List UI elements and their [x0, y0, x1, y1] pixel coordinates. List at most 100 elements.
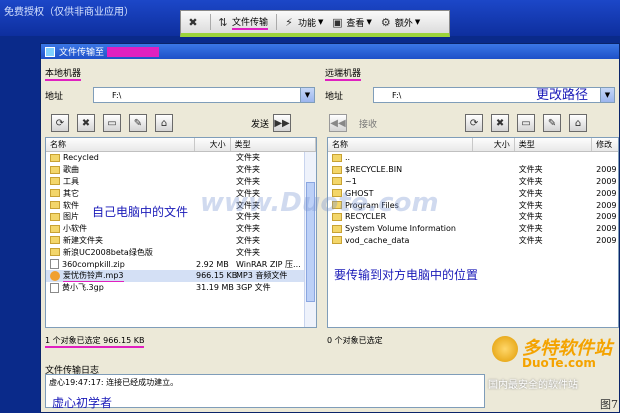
column-header-type[interactable]: 类型 [231, 138, 316, 151]
column-header-size[interactable]: 大小 [195, 138, 231, 151]
remote-status: 0 个对象已选定 [327, 336, 383, 345]
cell-name: .. [328, 153, 473, 162]
folder-icon [50, 153, 60, 162]
local-address-value: F:\ [112, 90, 122, 100]
cell-type: 文件夹 [236, 224, 260, 234]
column-header-name[interactable]: 名称 [46, 138, 195, 151]
close-toolbar-button[interactable]: ✖ [187, 16, 202, 29]
file-name: 图片 [63, 212, 79, 222]
local-address-input[interactable]: F:\ ▼ [93, 87, 315, 103]
table-row[interactable]: ~1 文件夹 2009 [328, 176, 618, 188]
file-transfer-button[interactable]: ⇅ 文件传输 [217, 15, 269, 30]
duote-logo: 多特软件站 DuoTe.com 国内最安全的软件站 [486, 330, 620, 394]
cell-name: vod_cache_data [328, 236, 473, 245]
log-entry: 虚心19:47:17: 连接已经成功建立。 [49, 378, 179, 387]
folder-icon [50, 177, 60, 186]
cell-name: 新建文件夹 [46, 235, 196, 246]
folder-icon [50, 236, 60, 245]
column-header-type[interactable]: 类型 [515, 138, 593, 151]
local-refresh-button[interactable]: ⟳ [51, 114, 69, 132]
column-header-name[interactable]: 名称 [328, 138, 473, 151]
cell-type: 文件夹 [518, 235, 543, 245]
file-name: vod_cache_data [345, 235, 410, 245]
remote-address-label: 地址 [325, 91, 344, 102]
watermark: www.Duote.com [200, 188, 439, 218]
local-home-button[interactable]: ⌂ [155, 114, 173, 132]
file-name: 歌曲 [63, 165, 79, 175]
local-status: 1 个对象已选定 966.15 KB [45, 335, 145, 348]
file-icon [50, 282, 59, 293]
receive-button[interactable]: ◀◀ [329, 114, 347, 132]
table-row[interactable]: Recycled 文件夹 [46, 152, 316, 164]
annotation-change-path: 更改路径 [536, 88, 589, 103]
cell-modified: 2009 [596, 224, 617, 234]
table-row[interactable]: 爱忧伤铃声.mp3 966.15 KB MP3 音频文件 [46, 269, 316, 282]
table-row[interactable]: .. [328, 152, 618, 164]
column-header-size[interactable]: 大小 [473, 138, 515, 151]
send-label: 发送 [251, 119, 270, 130]
file-transfer-label: 文件传输 [232, 15, 269, 30]
folder-icon [50, 201, 60, 210]
window-title-bar[interactable]: 文件传输至 [41, 44, 619, 59]
file-name: 新浪UC2008beta绿色版 [63, 247, 153, 257]
table-row[interactable]: 新浪UC2008beta绿色版 文件夹 [46, 246, 316, 258]
cell-name: 其它 [46, 188, 196, 199]
column-header-modified[interactable]: 修改 [592, 138, 618, 151]
window-title: 文件传输至 [59, 48, 105, 58]
cell-name: ~1 [328, 177, 473, 186]
cell-type: 文件夹 [518, 165, 543, 175]
file-name: 其它 [63, 188, 79, 198]
table-row[interactable]: System Volume Information 文件夹 2009 [328, 223, 618, 235]
local-delete-button[interactable]: ✖ [77, 114, 95, 132]
table-row[interactable]: 新建文件夹 文件夹 [46, 235, 316, 247]
functions-label: 功能 [298, 18, 317, 29]
local-rename-button[interactable]: ✎ [129, 114, 147, 132]
cell-name: 工具 [46, 176, 196, 187]
remote-new-folder-button[interactable]: ▭ [517, 114, 536, 132]
file-name: System Volume Information [345, 224, 456, 234]
table-row[interactable]: 歌曲 文件夹 [46, 164, 316, 176]
table-row[interactable]: 小软件 文件夹 [46, 223, 316, 235]
cell-size: 966.15 KB [196, 271, 238, 281]
local-new-folder-button[interactable]: ▭ [103, 114, 121, 132]
redacted-host-mark [107, 46, 160, 57]
local-address-dropdown[interactable]: ▼ [300, 88, 314, 102]
local-list-header: 名称 大小 类型 [46, 138, 316, 152]
cell-name: System Volume Information [328, 224, 473, 233]
remote-delete-button[interactable]: ✖ [491, 114, 510, 132]
view-label: 查看 [346, 18, 365, 29]
cell-type: 文件夹 [518, 188, 543, 198]
remote-button-row: ◀◀ 接收 ⟳ ✖ ▭ ✎ ⌂ [329, 114, 595, 132]
cell-name: 新浪UC2008beta绿色版 [46, 247, 196, 258]
functions-menu-button[interactable]: ⚡ 功能 ▼ [283, 16, 323, 29]
remote-home-button[interactable]: ⌂ [569, 114, 588, 132]
extra-menu-button[interactable]: ⚙ 额外 ▼ [380, 16, 420, 29]
table-row[interactable]: vod_cache_data 文件夹 2009 [328, 235, 618, 247]
local-file-list: 名称 大小 类型 Recycled 文件夹 歌曲 文件夹 工具 文件夹 其它 文件夹 软件 文件夹… [45, 137, 317, 328]
cell-name: Recycled [46, 153, 196, 162]
logo-slogan: 国内最安全的软件站 [488, 380, 578, 391]
audio-file-icon [50, 270, 60, 281]
chevron-down-icon: ▼ [318, 18, 324, 26]
file-name: 新建文件夹 [63, 235, 103, 245]
remote-address-dropdown[interactable]: ▼ [600, 88, 614, 102]
chevron-down-icon: ▼ [414, 18, 421, 26]
folder-icon [332, 224, 342, 233]
view-menu-button[interactable]: ▣ 查看 ▼ [331, 16, 372, 29]
file-name: Recycled [63, 153, 99, 163]
cell-type: 文件夹 [236, 176, 260, 186]
gear-icon: ⚙ [380, 15, 391, 29]
table-row[interactable]: 工具 文件夹 [46, 176, 316, 188]
remote-refresh-button[interactable]: ⟳ [465, 114, 484, 132]
table-row[interactable]: 黄小飞.3gp 31.19 MB 3GP 文件 [46, 282, 316, 294]
table-row[interactable]: 360compkill.zip 2.92 MB WinRAR ZIP 压... [46, 258, 316, 270]
cell-size: 2.92 MB [196, 259, 229, 269]
send-button[interactable]: ▶▶ [273, 114, 292, 132]
folder-icon [332, 165, 342, 174]
local-scrollbar[interactable] [304, 152, 316, 327]
cell-type: 3GP 文件 [236, 283, 271, 293]
toolbar-divider [276, 14, 278, 30]
logo-mark-icon [492, 336, 518, 362]
table-row[interactable]: $RECYCLE.BIN 文件夹 2009 [328, 164, 618, 176]
remote-rename-button[interactable]: ✎ [543, 114, 562, 132]
